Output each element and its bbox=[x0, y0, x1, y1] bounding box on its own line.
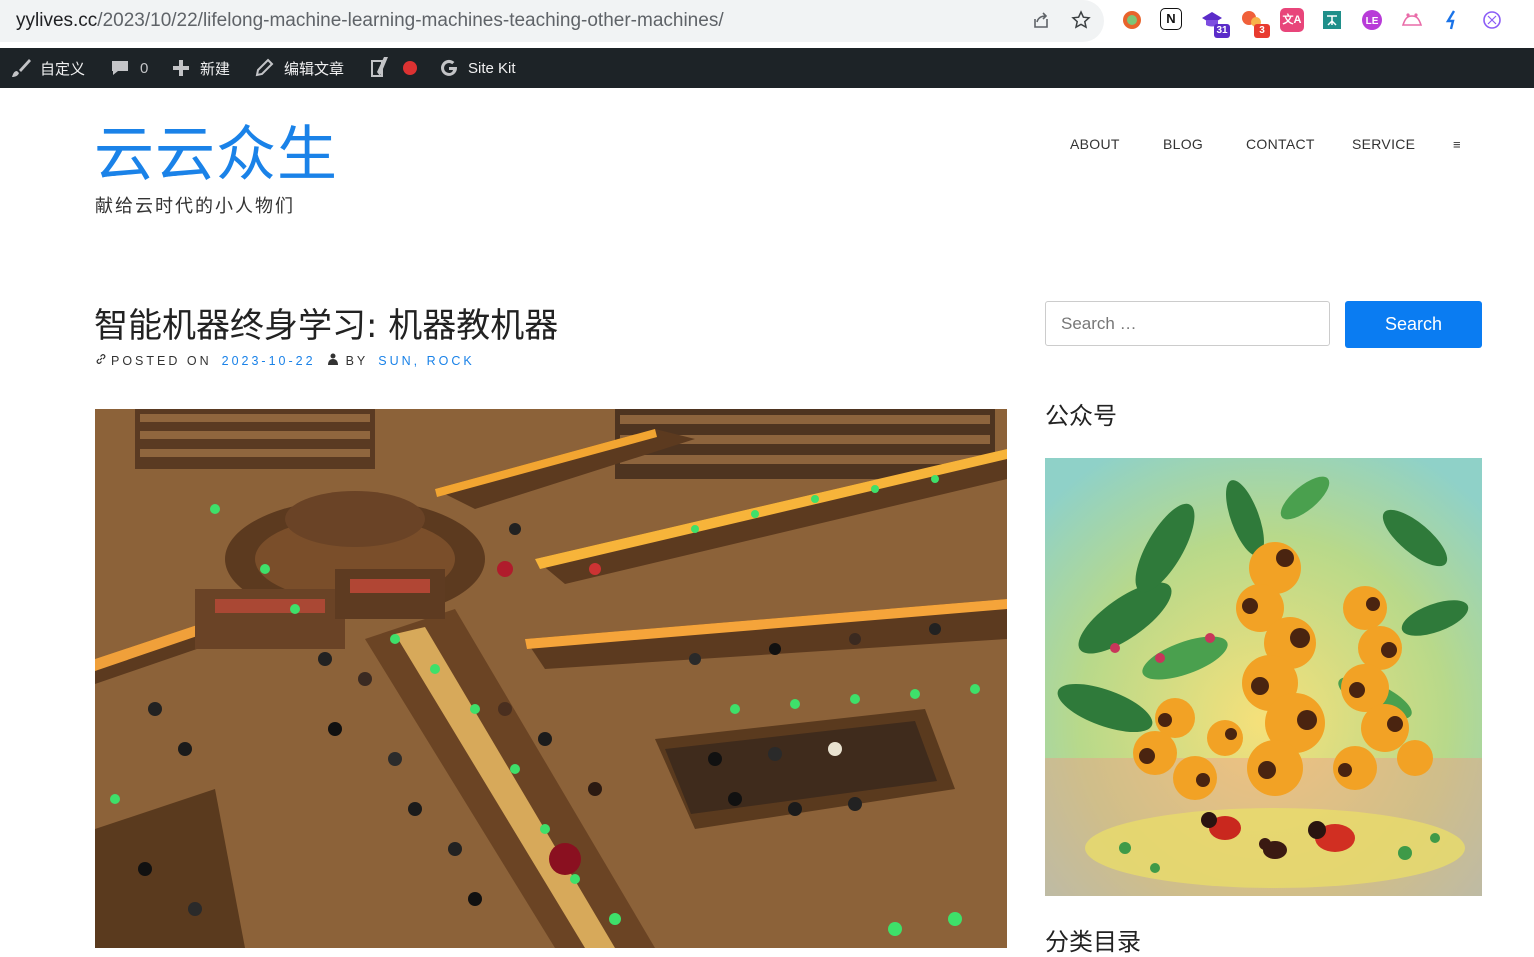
user-icon bbox=[327, 353, 338, 368]
extension-blue-arrow-icon[interactable] bbox=[1440, 8, 1464, 32]
new-label: 新建 bbox=[200, 60, 231, 78]
search-input[interactable] bbox=[1045, 301, 1330, 346]
comments-count: 0 bbox=[140, 59, 149, 77]
widget-title-categories: 分类目录 bbox=[1045, 928, 1141, 956]
google-g-icon bbox=[439, 58, 459, 78]
plus-icon bbox=[171, 58, 191, 78]
nav-menu-icon[interactable]: ≡ bbox=[1453, 137, 1461, 152]
post-author-link[interactable]: SUN, ROCK bbox=[378, 354, 474, 368]
extension-purple-circle-icon[interactable]: LE bbox=[1360, 8, 1384, 32]
nav-item-contact[interactable]: CONTACT bbox=[1246, 136, 1315, 152]
nav-item-service[interactable]: SERVICE bbox=[1352, 136, 1415, 152]
comment-icon bbox=[109, 57, 131, 79]
brush-icon bbox=[10, 57, 32, 79]
translate-icon[interactable]: 文A bbox=[1280, 8, 1304, 32]
sitekit-menu[interactable]: Site Kit bbox=[439, 48, 516, 88]
url-path: /2023/10/22/lifelong-machine-learning-ma… bbox=[97, 10, 724, 31]
ant-illustration bbox=[1045, 458, 1482, 896]
svg-text:LE: LE bbox=[1366, 16, 1379, 27]
new-content-menu[interactable]: 新建 bbox=[171, 48, 230, 88]
share-icon[interactable] bbox=[1030, 10, 1052, 32]
widget-title-gongzhonghao: 公众号 bbox=[1045, 402, 1117, 430]
posted-on-label: POSTED ON bbox=[111, 353, 212, 368]
post-date-link[interactable]: 2023-10-22 bbox=[222, 354, 316, 368]
yoast-status-dot-icon bbox=[403, 61, 417, 75]
extension-red-blobs-icon[interactable]: 3 bbox=[1240, 8, 1270, 38]
extension-orange-ring-icon[interactable] bbox=[1120, 8, 1144, 32]
notion-icon[interactable]: N bbox=[1160, 8, 1182, 30]
extension-pink-crown-icon[interactable] bbox=[1400, 8, 1424, 32]
sitekit-label: Site Kit bbox=[468, 59, 516, 77]
url-host: yylives.cc bbox=[16, 10, 98, 31]
edit-label: 编辑文章 bbox=[284, 60, 345, 78]
post-title: 智能机器终身学习: 机器教机器 bbox=[94, 306, 559, 346]
post-meta: POSTED ON 2023-10-22 BY SUN, ROCK bbox=[95, 353, 475, 368]
qr-promo-image[interactable] bbox=[1045, 458, 1482, 896]
featured-image bbox=[95, 409, 1007, 948]
wp-admin-bar: 自定义 0 新建 编辑文章 Site Kit bbox=[0, 48, 1534, 88]
customize-menu[interactable]: 自定义 bbox=[10, 48, 85, 88]
url-text[interactable]: yylives.cc/2023/10/22/lifelong-machine-l… bbox=[16, 10, 724, 32]
nav-item-about[interactable]: ABOUT bbox=[1070, 136, 1120, 152]
bookmark-star-icon[interactable] bbox=[1070, 10, 1092, 32]
by-label: BY bbox=[345, 353, 369, 368]
browser-toolbar: yylives.cc/2023/10/22/lifelong-machine-l… bbox=[0, 0, 1534, 46]
site-title[interactable]: 云云众生 bbox=[94, 118, 338, 192]
openai-icon[interactable] bbox=[1480, 8, 1504, 32]
extension-badge: 3 bbox=[1254, 24, 1270, 38]
pencil-icon bbox=[254, 58, 274, 78]
customize-label: 自定义 bbox=[40, 60, 86, 78]
nav-item-blog[interactable]: BLOG bbox=[1163, 136, 1203, 152]
site-tagline: 献给云时代的小人物们 bbox=[95, 196, 295, 217]
link-icon bbox=[95, 353, 107, 368]
edit-post-menu[interactable]: 编辑文章 bbox=[254, 48, 344, 88]
yoast-menu[interactable] bbox=[369, 48, 417, 88]
comments-menu[interactable]: 0 bbox=[109, 48, 148, 88]
search-button[interactable]: Search bbox=[1345, 301, 1482, 348]
library-photo bbox=[95, 409, 1007, 948]
extension-teal-box-icon[interactable] bbox=[1320, 8, 1344, 32]
extension-purple-hat-icon[interactable]: 31 bbox=[1200, 8, 1230, 38]
yoast-icon bbox=[369, 56, 391, 80]
address-bar[interactable]: yylives.cc/2023/10/22/lifelong-machine-l… bbox=[0, 0, 1104, 42]
extension-badge: 31 bbox=[1214, 24, 1230, 38]
